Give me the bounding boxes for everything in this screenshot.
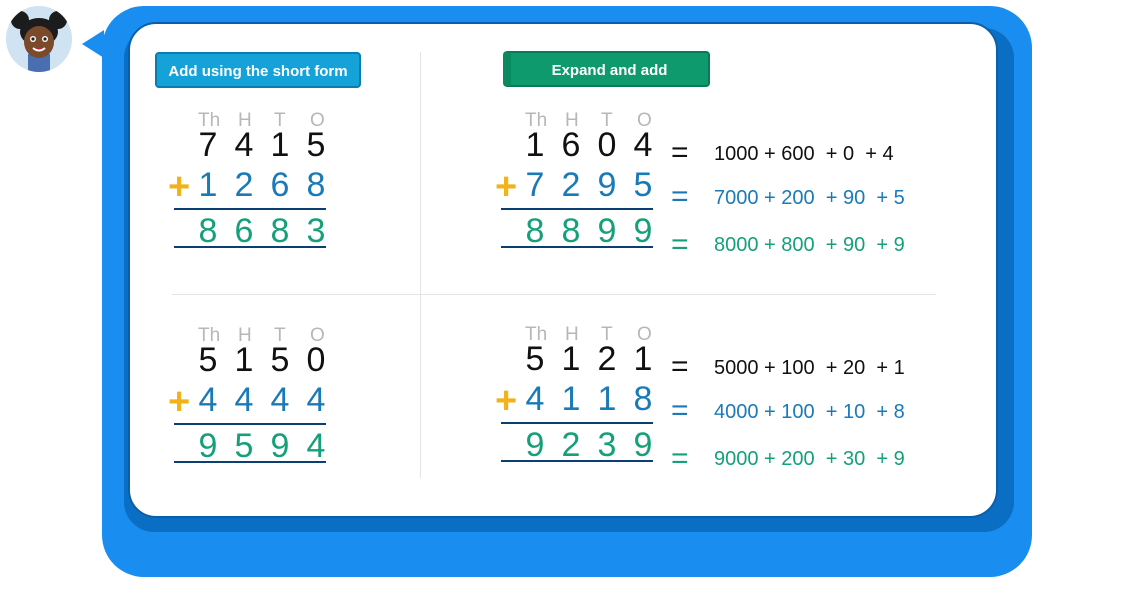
expanded-top: 5000 + 100 + 20 + 1 — [714, 357, 905, 379]
expanded-addend: 4000 + 100 + 10 + 8 — [714, 401, 905, 423]
addend-digit: 5 — [633, 166, 653, 204]
addend-digit: 9 — [597, 166, 617, 204]
top-number-digit: 5 — [198, 341, 218, 379]
plus-sign: + — [495, 166, 518, 208]
top-number-digit: 1 — [525, 126, 545, 164]
top-number-digit: 5 — [525, 340, 545, 378]
addend-digit: 4 — [270, 381, 290, 419]
top-number-digit: 1 — [234, 341, 254, 379]
addend-digit: 4 — [525, 380, 545, 418]
top-number-digit: 2 — [597, 340, 617, 378]
sum-line — [174, 423, 326, 425]
addend-digit: 8 — [306, 166, 326, 204]
expanded-top: 1000 + 600 + 0 + 4 — [714, 143, 894, 165]
sum-block-4: Th H T O +5 1 2 1 4 1 1 8 9 2 3 9 — [495, 324, 681, 484]
top-number-digit: 5 — [306, 126, 326, 164]
equals-sign: = — [671, 350, 689, 383]
result-underline — [174, 461, 326, 463]
top-number-digit: 5 — [270, 341, 290, 379]
equals-sign: = — [671, 394, 689, 427]
expanded-addend: 7000 + 200 + 90 + 5 — [714, 187, 905, 209]
addend-digit: 1 — [597, 380, 617, 418]
sum-block-2: Th H T O +1 6 0 4 7 2 9 5 8 8 9 9 — [495, 110, 681, 270]
addend-digit: 4 — [198, 381, 218, 419]
top-number-digit: 0 — [306, 341, 326, 379]
sum-line — [501, 208, 653, 210]
sum-block-3: Th H T O +5 1 5 0 4 4 4 4 9 5 9 4 — [168, 325, 354, 485]
horizontal-divider — [172, 294, 936, 295]
top-number-digit: 1 — [633, 340, 653, 378]
plus-sign: + — [168, 381, 191, 423]
result-underline — [501, 460, 653, 462]
equals-sign: = — [671, 180, 689, 213]
top-number-digit: 6 — [561, 126, 581, 164]
addend-digit: 6 — [270, 166, 290, 204]
equals-sign: = — [671, 136, 689, 169]
top-number-digit: 1 — [561, 340, 581, 378]
addend-digit: 1 — [561, 380, 581, 418]
plus-sign: + — [168, 166, 191, 208]
addend-digit: 2 — [561, 166, 581, 204]
expand-and-add-button[interactable]: Expand and add — [503, 51, 710, 87]
sum-line — [501, 422, 653, 424]
addend-digit: 4 — [306, 381, 326, 419]
expanded-result: 9000 + 200 + 30 + 9 — [714, 448, 905, 470]
addend-digit: 1 — [198, 166, 218, 204]
result-underline — [174, 246, 326, 248]
speech-bubble-tail — [82, 30, 104, 58]
equals-sign: = — [671, 228, 689, 261]
addend-digit: 2 — [234, 166, 254, 204]
top-number-digit: 4 — [633, 126, 653, 164]
plus-sign: + — [495, 380, 518, 422]
girl-avatar-icon — [6, 6, 72, 72]
addend-digit: 8 — [633, 380, 653, 418]
sum-line — [174, 208, 326, 210]
equals-sign: = — [671, 442, 689, 475]
addend-digit: 7 — [525, 166, 545, 204]
top-number-digit: 0 — [597, 126, 617, 164]
expanded-result: 8000 + 800 + 90 + 9 — [714, 234, 905, 256]
top-number-digit: 7 — [198, 126, 218, 164]
top-number-digit: 4 — [234, 126, 254, 164]
short-form-button[interactable]: Add using the short form — [155, 52, 361, 88]
addend-digit: 4 — [234, 381, 254, 419]
sum-block-1: Th H T O +7 4 1 5 1 2 6 8 8 6 8 3 — [168, 110, 354, 270]
vertical-divider — [420, 52, 421, 478]
result-underline — [501, 246, 653, 248]
top-number-digit: 1 — [270, 126, 290, 164]
